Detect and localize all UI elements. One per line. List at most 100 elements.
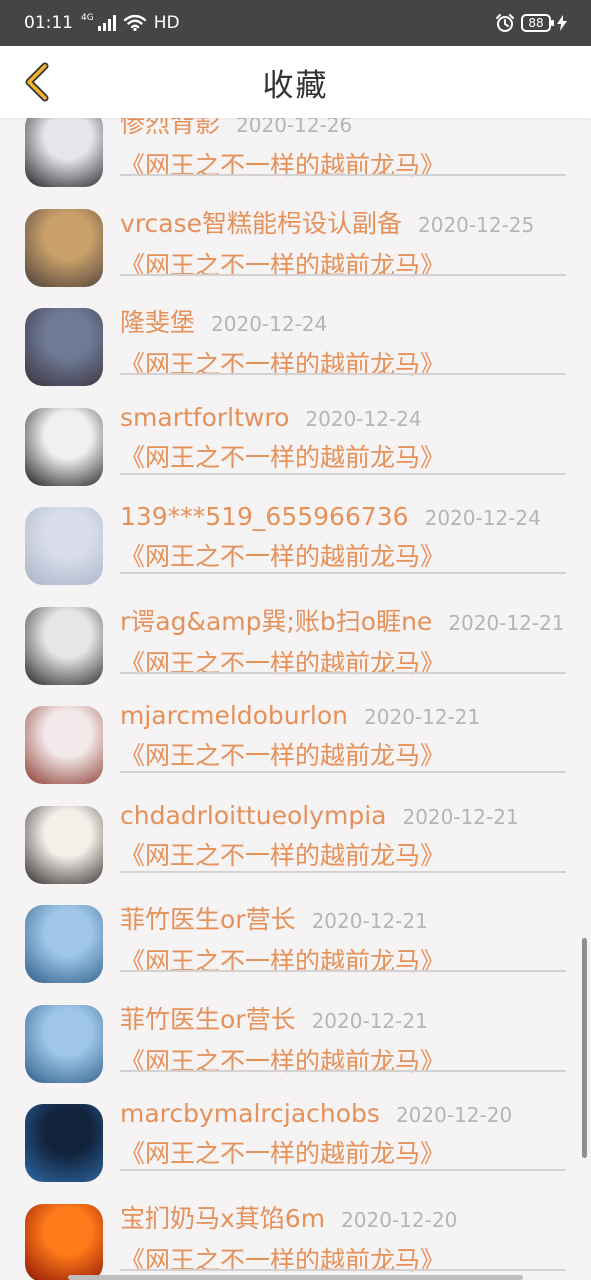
divider xyxy=(120,473,566,475)
list-item-meta: 宝扪奶马x萁馅6m 2020-12-20 《网王之不一样的越前龙马》 xyxy=(120,1199,566,1277)
list-item-header: 菲竹医生or营长 2020-12-21 xyxy=(120,900,566,936)
status-right: 88 xyxy=(495,13,567,33)
list-item-meta: 菲竹医生or营长 2020-12-21 《网王之不一样的越前龙马》 xyxy=(120,900,566,978)
list-item[interactable]: mjarcmeldoburlon 2020-12-21 《网王之不一样的越前龙马》 xyxy=(0,695,591,794)
book-title[interactable]: 《网王之不一样的越前龙马》 xyxy=(120,146,566,182)
divider xyxy=(120,970,566,972)
list-item[interactable]: 菲竹医生or营长 2020-12-21 《网王之不一样的越前龙马》 xyxy=(0,994,591,1093)
user-name[interactable]: 隆斐堡 xyxy=(120,303,195,339)
book-title[interactable]: 《网王之不一样的越前龙马》 xyxy=(120,644,566,680)
favorite-date: 2020-12-21 xyxy=(311,909,428,933)
avatar[interactable] xyxy=(25,1204,103,1280)
avatar[interactable] xyxy=(25,706,103,784)
home-indicator xyxy=(68,1275,523,1280)
divider xyxy=(120,1269,566,1271)
divider xyxy=(120,1070,566,1072)
user-name[interactable]: mjarcmeldoburlon xyxy=(120,701,348,730)
list-item-meta: 隆斐堡 2020-12-24 《网王之不一样的越前龙马》 xyxy=(120,303,566,381)
avatar[interactable] xyxy=(25,806,103,884)
list-item-header: 139***519_655966736 2020-12-24 xyxy=(120,502,566,531)
list-item-header: mjarcmeldoburlon 2020-12-21 xyxy=(120,701,566,730)
book-title[interactable]: 《网王之不一样的越前龙马》 xyxy=(120,537,566,573)
battery-level: 88 xyxy=(528,16,544,30)
user-name[interactable]: chdadrloittueolympia xyxy=(120,801,386,830)
favorite-date: 2020-12-24 xyxy=(305,407,422,431)
avatar[interactable] xyxy=(25,408,103,486)
book-title[interactable]: 《网王之不一样的越前龙马》 xyxy=(120,1042,566,1078)
favorite-date: 2020-12-24 xyxy=(424,506,541,530)
hd-label: HD xyxy=(153,13,180,33)
list-item-meta: smartforltwro 2020-12-24 《网王之不一样的越前龙马》 xyxy=(120,403,566,474)
page-title: 收藏 xyxy=(262,67,329,104)
list-item-meta: r谔ag&amp巽;账b扫o睚ne 2020-12-21 《网王之不一样的越前龙马》 xyxy=(120,602,566,680)
list-item-header: 宝扪奶马x萁馅6m 2020-12-20 xyxy=(120,1199,566,1235)
list-item-meta: 菲竹医生or营长 2020-12-21 《网王之不一样的越前龙马》 xyxy=(120,1000,566,1078)
list-item-meta: chdadrloittueolympia 2020-12-21 《网王之不一样的越前… xyxy=(120,801,566,872)
user-name[interactable]: marcbymalrcjachobs xyxy=(120,1099,380,1128)
list-item[interactable]: 139***519_655966736 2020-12-24 《网王之不一样的越前龙… xyxy=(0,496,591,595)
scrollbar[interactable] xyxy=(582,938,587,1158)
book-title[interactable]: 《网王之不一样的越前龙马》 xyxy=(120,345,566,381)
list-item-header: 菲竹医生or营长 2020-12-21 xyxy=(120,1000,566,1036)
avatar[interactable] xyxy=(25,507,103,585)
list-item[interactable]: smartforltwro 2020-12-24 《网王之不一样的越前龙马》 xyxy=(0,397,591,496)
user-name[interactable]: vrcase智糕能枵设认副备 xyxy=(120,204,402,240)
user-name[interactable]: 菲竹医生or营长 xyxy=(120,1000,296,1036)
status-bar: 01:11 4G HD 88 xyxy=(0,0,591,46)
favorite-date: 2020-12-21 xyxy=(448,611,565,635)
favorite-date: 2020-12-21 xyxy=(402,805,519,829)
avatar[interactable] xyxy=(25,118,103,187)
avatar[interactable] xyxy=(25,905,103,983)
book-title[interactable]: 《网王之不一样的越前龙马》 xyxy=(120,1241,566,1277)
divider xyxy=(120,871,566,873)
book-title[interactable]: 《网王之不一样的越前龙马》 xyxy=(120,438,566,474)
book-title[interactable]: 《网王之不一样的越前龙马》 xyxy=(120,246,566,282)
divider xyxy=(120,274,566,276)
list-item-header: 隆斐堡 2020-12-24 xyxy=(120,303,566,339)
avatar[interactable] xyxy=(25,607,103,685)
user-name[interactable]: 宝扪奶马x萁馅6m xyxy=(120,1199,325,1235)
list-item[interactable]: vrcase智糕能枵设认副备 2020-12-25 《网王之不一样的越前龙马》 xyxy=(0,198,591,297)
wifi-icon xyxy=(123,15,146,31)
divider xyxy=(120,771,566,773)
list-item[interactable]: r谔ag&amp巽;账b扫o睚ne 2020-12-21 《网王之不一样的越前龙马》 xyxy=(0,596,591,695)
favorites-list[interactable]: 惨烈背影 2020-12-26 《网王之不一样的越前龙马》 vrcase智糕能枵设认副… xyxy=(0,118,591,1280)
divider xyxy=(120,174,566,176)
avatar[interactable] xyxy=(25,1104,103,1182)
book-title[interactable]: 《网王之不一样的越前龙马》 xyxy=(120,836,566,872)
favorite-date: 2020-12-24 xyxy=(211,312,328,336)
list-item[interactable]: 隆斐堡 2020-12-24 《网王之不一样的越前龙马》 xyxy=(0,297,591,396)
book-title[interactable]: 《网王之不一样的越前龙马》 xyxy=(120,942,566,978)
divider xyxy=(120,373,566,375)
user-name[interactable]: 菲竹医生or营长 xyxy=(120,900,296,936)
avatar[interactable] xyxy=(25,209,103,287)
divider xyxy=(120,672,566,674)
list-item-header: marcbymalrcjachobs 2020-12-20 xyxy=(120,1099,566,1128)
header: 收藏 xyxy=(0,46,591,118)
book-title[interactable]: 《网王之不一样的越前龙马》 xyxy=(120,1134,566,1170)
list-item[interactable]: marcbymalrcjachobs 2020-12-20 《网王之不一样的越前龙马… xyxy=(0,1093,591,1192)
favorite-date: 2020-12-20 xyxy=(395,1103,513,1127)
avatar[interactable] xyxy=(25,1005,103,1083)
list-item-meta: 139***519_655966736 2020-12-24 《网王之不一样的越前龙… xyxy=(120,502,566,573)
status-left: 01:11 4G HD xyxy=(24,13,180,33)
user-name[interactable]: 139***519_655966736 xyxy=(120,502,409,531)
back-button[interactable] xyxy=(14,60,58,104)
chevron-left-icon xyxy=(25,62,49,102)
user-name[interactable]: r谔ag&amp巽;账b扫o睚ne xyxy=(120,602,432,638)
list-item[interactable]: 惨烈背影 2020-12-26 《网王之不一样的越前龙马》 xyxy=(0,118,591,197)
favorite-date: 2020-12-20 xyxy=(341,1208,458,1232)
user-name[interactable]: 惨烈背影 xyxy=(120,118,220,140)
list-item-header: vrcase智糕能枵设认副备 2020-12-25 xyxy=(120,204,566,240)
avatar[interactable] xyxy=(25,308,103,386)
book-title[interactable]: 《网王之不一样的越前龙马》 xyxy=(120,736,566,772)
network-type-label: 4G xyxy=(81,13,94,23)
list-item[interactable]: chdadrloittueolympia 2020-12-21 《网王之不一样的越前… xyxy=(0,795,591,894)
user-name[interactable]: smartforltwro xyxy=(120,403,289,432)
list-item[interactable]: 菲竹医生or营长 2020-12-21 《网王之不一样的越前龙马》 xyxy=(0,894,591,993)
battery-icon: 88 xyxy=(521,14,554,32)
list-item-header: r谔ag&amp巽;账b扫o睚ne 2020-12-21 xyxy=(120,602,566,638)
charging-icon xyxy=(557,15,567,31)
list-item-meta: vrcase智糕能枵设认副备 2020-12-25 《网王之不一样的越前龙马》 xyxy=(120,204,566,282)
list-item[interactable]: 宝扪奶马x萁馅6m 2020-12-20 《网王之不一样的越前龙马》 xyxy=(0,1193,591,1280)
